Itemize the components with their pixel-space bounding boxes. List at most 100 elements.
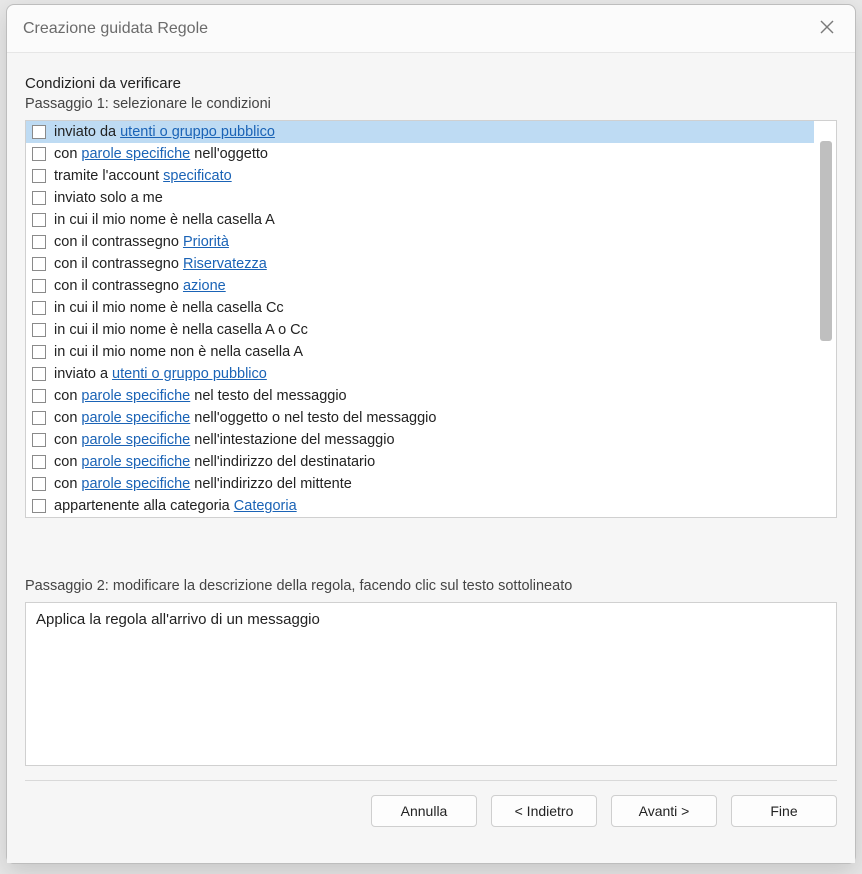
condition-row[interactable]: appartenente alla categoria Categoria bbox=[26, 495, 814, 517]
condition-link[interactable]: parole specifiche bbox=[81, 410, 190, 426]
conditions-listbox[interactable]: inviato da utenti o gruppo pubblico con p… bbox=[25, 120, 837, 518]
condition-text-pre: con bbox=[54, 454, 81, 470]
titlebar: Creazione guidata Regole bbox=[7, 5, 855, 53]
separator bbox=[25, 780, 837, 781]
condition-checkbox[interactable] bbox=[32, 477, 46, 491]
condition-link[interactable]: parole specifiche bbox=[81, 432, 190, 448]
condition-link[interactable]: utenti o gruppo pubblico bbox=[112, 366, 267, 382]
condition-text-pre: con il contrassegno bbox=[54, 234, 183, 250]
condition-row[interactable]: con il contrassegno Riservatezza bbox=[26, 253, 814, 275]
condition-label: in cui il mio nome è nella casella A bbox=[54, 212, 275, 228]
condition-row[interactable]: con parole specifiche nell'indirizzo del… bbox=[26, 473, 814, 495]
condition-checkbox[interactable] bbox=[32, 455, 46, 469]
condition-row[interactable]: con il contrassegno azione bbox=[26, 275, 814, 297]
condition-row[interactable]: con parole specifiche nell'oggetto bbox=[26, 143, 814, 165]
condition-label: tramite l'account specificato bbox=[54, 168, 232, 184]
condition-checkbox[interactable] bbox=[32, 433, 46, 447]
condition-checkbox[interactable] bbox=[32, 389, 46, 403]
button-bar: Annulla < Indietro Avanti > Fine bbox=[25, 795, 837, 829]
condition-checkbox[interactable] bbox=[32, 235, 46, 249]
rule-description-box[interactable]: Applica la regola all'arrivo di un messa… bbox=[25, 602, 837, 766]
condition-text-pre: tramite l'account bbox=[54, 168, 163, 184]
condition-text-pre: con bbox=[54, 146, 81, 162]
condition-row[interactable]: inviato a utenti o gruppo pubblico bbox=[26, 363, 814, 385]
condition-link[interactable]: parole specifiche bbox=[81, 476, 190, 492]
condition-text-post: nel testo del messaggio bbox=[190, 388, 346, 404]
condition-row[interactable]: con parole specifiche nell'intestazione … bbox=[26, 429, 814, 451]
condition-checkbox[interactable] bbox=[32, 213, 46, 227]
condition-text-pre: inviato a bbox=[54, 366, 112, 382]
condition-text-pre: con bbox=[54, 476, 81, 492]
scrollbar-thumb[interactable] bbox=[820, 141, 832, 341]
condition-link[interactable]: parole specifiche bbox=[81, 146, 190, 162]
condition-label: con parole specifiche nell'indirizzo del… bbox=[54, 476, 352, 492]
condition-row[interactable]: in cui il mio nome non è nella casella A bbox=[26, 341, 814, 363]
condition-checkbox[interactable] bbox=[32, 345, 46, 359]
dialog-title: Creazione guidata Regole bbox=[23, 20, 809, 38]
condition-text-pre: in cui il mio nome è nella casella A o C… bbox=[54, 322, 308, 338]
condition-row[interactable]: in cui il mio nome è nella casella Cc bbox=[26, 297, 814, 319]
condition-link[interactable]: parole specifiche bbox=[81, 454, 190, 470]
condition-checkbox[interactable] bbox=[32, 367, 46, 381]
condition-text-pre: con il contrassegno bbox=[54, 256, 183, 272]
condition-text-post: nell'indirizzo del destinatario bbox=[190, 454, 375, 470]
condition-label: con il contrassegno Riservatezza bbox=[54, 256, 267, 272]
condition-link[interactable]: parole specifiche bbox=[81, 388, 190, 404]
condition-link[interactable]: specificato bbox=[163, 168, 232, 184]
condition-checkbox[interactable] bbox=[32, 147, 46, 161]
condition-text-pre: in cui il mio nome è nella casella Cc bbox=[54, 300, 284, 316]
step1-label: Passaggio 1: selezionare le condizioni bbox=[25, 96, 837, 112]
condition-link[interactable]: Categoria bbox=[234, 498, 297, 514]
condition-text-post: nell'oggetto bbox=[190, 146, 268, 162]
condition-label: con parole specifiche nell'intestazione … bbox=[54, 432, 395, 448]
rule-description-text: Applica la regola all'arrivo di un messa… bbox=[36, 611, 320, 628]
condition-text-pre: con bbox=[54, 388, 81, 404]
condition-link[interactable]: azione bbox=[183, 278, 226, 294]
condition-text-pre: inviato solo a me bbox=[54, 190, 163, 206]
condition-label: con il contrassegno azione bbox=[54, 278, 226, 294]
condition-link[interactable]: Priorità bbox=[183, 234, 229, 250]
back-button[interactable]: < Indietro bbox=[491, 795, 597, 827]
condition-link[interactable]: Riservatezza bbox=[183, 256, 267, 272]
condition-checkbox[interactable] bbox=[32, 257, 46, 271]
condition-text-post: nell'intestazione del messaggio bbox=[190, 432, 394, 448]
condition-text-pre: inviato da bbox=[54, 124, 120, 140]
condition-label: con parole specifiche nell'indirizzo del… bbox=[54, 454, 375, 470]
scrollbar[interactable] bbox=[818, 123, 834, 515]
step2-label: Passaggio 2: modificare la descrizione d… bbox=[25, 578, 837, 594]
condition-checkbox[interactable] bbox=[32, 323, 46, 337]
condition-text-pre: in cui il mio nome non è nella casella A bbox=[54, 344, 303, 360]
condition-label: in cui il mio nome non è nella casella A bbox=[54, 344, 303, 360]
condition-checkbox[interactable] bbox=[32, 499, 46, 513]
condition-row[interactable]: inviato da utenti o gruppo pubblico bbox=[26, 121, 814, 143]
condition-label: con il contrassegno Priorità bbox=[54, 234, 229, 250]
next-button[interactable]: Avanti > bbox=[611, 795, 717, 827]
condition-row[interactable]: inviato solo a me bbox=[26, 187, 814, 209]
condition-row[interactable]: tramite l'account specificato bbox=[26, 165, 814, 187]
close-button[interactable] bbox=[809, 11, 845, 47]
condition-label: in cui il mio nome è nella casella A o C… bbox=[54, 322, 308, 338]
condition-row[interactable]: con parole specifiche nell'indirizzo del… bbox=[26, 451, 814, 473]
condition-row[interactable]: in cui il mio nome è nella casella A bbox=[26, 209, 814, 231]
finish-button[interactable]: Fine bbox=[731, 795, 837, 827]
condition-text-pre: con il contrassegno bbox=[54, 278, 183, 294]
condition-checkbox[interactable] bbox=[32, 169, 46, 183]
condition-row[interactable]: con il contrassegno Priorità bbox=[26, 231, 814, 253]
condition-checkbox[interactable] bbox=[32, 125, 46, 139]
condition-text-pre: in cui il mio nome è nella casella A bbox=[54, 212, 275, 228]
cancel-button[interactable]: Annulla bbox=[371, 795, 477, 827]
close-icon bbox=[820, 20, 834, 37]
condition-checkbox[interactable] bbox=[32, 411, 46, 425]
condition-checkbox[interactable] bbox=[32, 301, 46, 315]
condition-link[interactable]: utenti o gruppo pubblico bbox=[120, 124, 275, 140]
condition-label: con parole specifiche nell'oggetto bbox=[54, 146, 268, 162]
condition-row[interactable]: con parole specifiche nel testo del mess… bbox=[26, 385, 814, 407]
condition-row[interactable]: in cui il mio nome è nella casella A o C… bbox=[26, 319, 814, 341]
condition-text-post: nell'indirizzo del mittente bbox=[190, 476, 352, 492]
condition-label: inviato a utenti o gruppo pubblico bbox=[54, 366, 267, 382]
condition-row[interactable]: con parole specifiche nell'oggetto o nel… bbox=[26, 407, 814, 429]
condition-checkbox[interactable] bbox=[32, 191, 46, 205]
dialog-body: Condizioni da verificare Passaggio 1: se… bbox=[7, 53, 855, 863]
condition-checkbox[interactable] bbox=[32, 279, 46, 293]
condition-text-pre: con bbox=[54, 410, 81, 426]
